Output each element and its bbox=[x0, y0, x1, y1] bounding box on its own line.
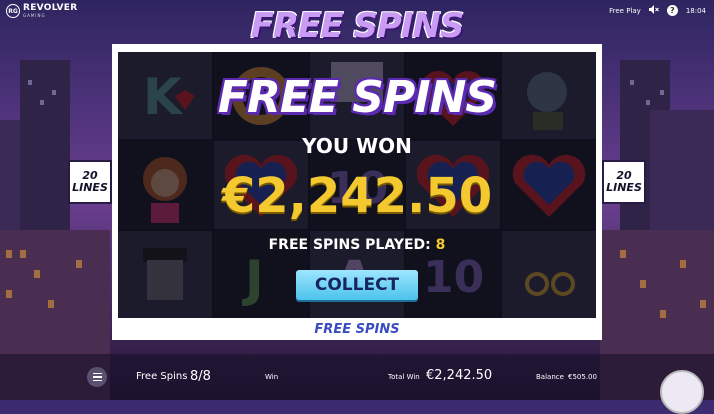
menu-button[interactable] bbox=[87, 367, 107, 387]
paylines-left-word: LINES bbox=[72, 181, 108, 194]
spins-played-row: FREE SPINS PLAYED: 8 bbox=[118, 237, 596, 253]
menu-icon-line bbox=[92, 379, 102, 382]
brand-logo: RG REVOLVER GAMING bbox=[6, 4, 77, 18]
top-right-controls: Free Play ? 18:04 bbox=[609, 5, 706, 16]
brand-name: REVOLVER bbox=[23, 3, 78, 13]
help-button[interactable]: ? bbox=[666, 5, 678, 16]
frame-label: FREE SPINS bbox=[314, 322, 400, 337]
win-amount: €2,242.50 bbox=[221, 168, 493, 224]
brand-sub: GAMING bbox=[23, 13, 46, 18]
you-won-label: YOU WON bbox=[302, 134, 412, 158]
menu-icon-line bbox=[92, 376, 102, 378]
spin-button[interactable] bbox=[660, 370, 704, 414]
paylines-left: 20 LINES bbox=[68, 160, 112, 204]
free-spins-value: 8/8 bbox=[190, 369, 211, 384]
balance-value: €505.00 bbox=[568, 373, 597, 381]
mute-icon[interactable] bbox=[648, 5, 659, 16]
paylines-right-word: LINES bbox=[606, 181, 642, 194]
win-label: Win bbox=[265, 373, 279, 381]
collect-button[interactable]: COLLECT bbox=[296, 270, 418, 300]
clock: 18:04 bbox=[685, 6, 706, 15]
game-title: FREE SPINS bbox=[250, 6, 465, 46]
free-spins-win-popup: FREE SPINS YOU WON €2,242.50 FREE SPINS … bbox=[118, 52, 596, 318]
bottom-bar: Free Spins 8/8 Win Total Win €2,242.50 B… bbox=[0, 354, 714, 400]
mode-label: Free Play bbox=[609, 6, 641, 15]
paylines-right: 20 LINES bbox=[602, 160, 646, 204]
popup-title: FREE SPINS bbox=[217, 72, 497, 123]
balance-label: Balance bbox=[536, 373, 564, 381]
menu-icon-line bbox=[92, 372, 102, 375]
free-spins-label: Free Spins bbox=[136, 371, 188, 382]
spins-played-value: 8 bbox=[435, 237, 446, 253]
logo-badge: RG bbox=[6, 4, 20, 18]
spins-played-label: FREE SPINS PLAYED: bbox=[268, 237, 431, 253]
total-win-value: €2,242.50 bbox=[426, 368, 493, 383]
total-win-label: Total Win bbox=[388, 373, 420, 381]
